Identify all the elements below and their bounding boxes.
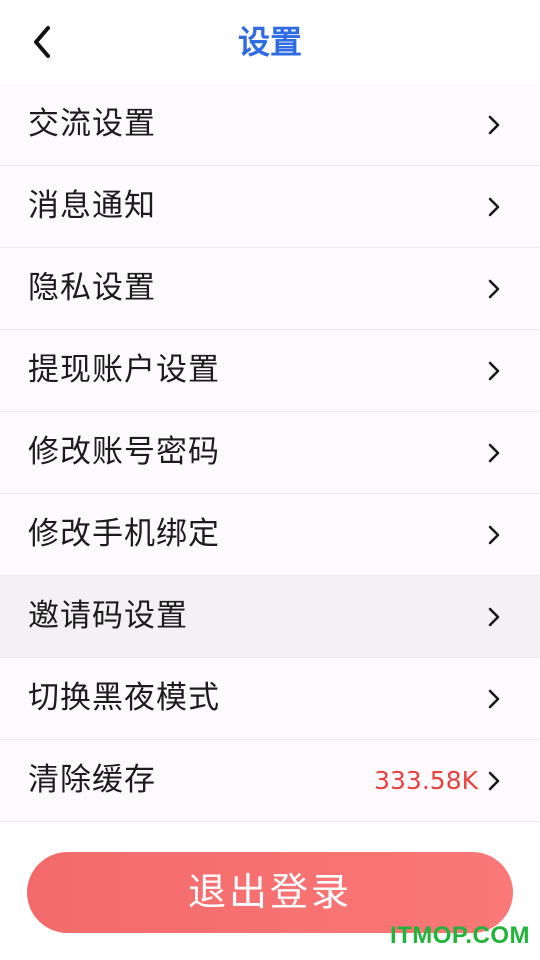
page-title: 设置	[237, 23, 302, 61]
settings-item-notifications[interactable]: 消息通知	[0, 166, 540, 248]
chevron-right-icon	[488, 689, 500, 709]
settings-item-label: 清除缓存	[28, 762, 156, 798]
chevron-right-icon	[488, 607, 500, 627]
settings-item-label: 交流设置	[28, 106, 156, 142]
chevron-right-icon	[488, 361, 500, 381]
settings-item-label: 消息通知	[28, 188, 156, 224]
settings-item-label: 提现账户设置	[28, 352, 220, 388]
settings-list: 交流设置 消息通知 隐私设置 提现账户设置 修改账号密码 修改手机绑定 邀请码设…	[0, 84, 540, 822]
settings-item-label: 修改手机绑定	[28, 516, 220, 552]
settings-item-privacy[interactable]: 隐私设置	[0, 248, 540, 330]
settings-item-label: 隐私设置	[28, 270, 156, 306]
chevron-right-icon	[488, 443, 500, 463]
site-watermark: ITMOP.COM	[389, 922, 530, 949]
settings-item-label: 邀请码设置	[28, 598, 188, 634]
settings-item-dark-mode[interactable]: 切换黑夜模式	[0, 658, 540, 740]
chevron-right-icon	[488, 279, 500, 299]
chevron-right-icon	[488, 771, 500, 791]
chevron-right-icon	[488, 115, 500, 135]
top-bar: 设置	[0, 0, 540, 84]
logout-button[interactable]: 退出登录	[27, 852, 513, 933]
settings-item-change-password[interactable]: 修改账号密码	[0, 412, 540, 494]
settings-item-label: 切换黑夜模式	[28, 680, 220, 716]
settings-item-chat[interactable]: 交流设置	[0, 84, 540, 166]
settings-item-invite-code[interactable]: 邀请码设置	[0, 576, 540, 658]
chevron-right-icon	[488, 197, 500, 217]
settings-item-clear-cache[interactable]: 清除缓存 333.58K	[0, 740, 540, 822]
settings-item-withdraw-account[interactable]: 提现账户设置	[0, 330, 540, 412]
cache-size-value: 333.58K	[374, 766, 478, 795]
settings-item-change-phone[interactable]: 修改手机绑定	[0, 494, 540, 576]
chevron-right-icon	[488, 525, 500, 545]
settings-item-label: 修改账号密码	[28, 434, 220, 470]
